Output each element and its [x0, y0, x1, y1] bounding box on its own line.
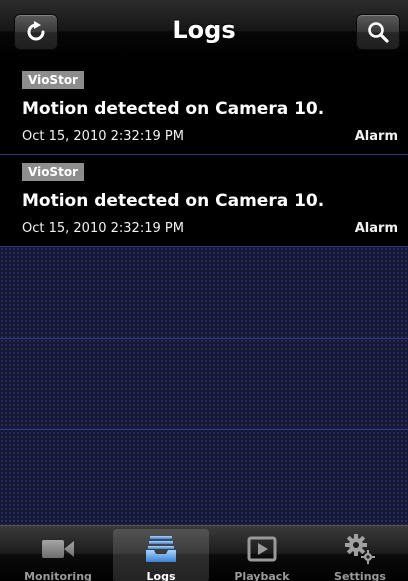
log-entry[interactable]: VioStor Motion detected on Camera 10. Oc…	[0, 155, 408, 247]
search-icon	[368, 22, 389, 43]
tab-settings[interactable]: Settings	[312, 529, 408, 581]
page-title: Logs	[172, 16, 236, 44]
app-screen: Logs VioStor Motion detected on Camera 1…	[0, 0, 408, 581]
tab-label: Monitoring	[24, 570, 92, 581]
tab-label: Settings	[334, 570, 386, 581]
video-camera-icon	[42, 540, 74, 558]
tab-label: Logs	[146, 570, 176, 581]
log-datetime: Oct 15, 2010 2:32:19 PM	[22, 129, 184, 144]
search-button[interactable]	[356, 14, 400, 50]
empty-row-divider	[0, 429, 408, 430]
log-datetime: Oct 15, 2010 2:32:19 PM	[22, 221, 184, 236]
tab-bar: Monitoring Logs Playback Settings	[0, 525, 408, 581]
tab-logs[interactable]: Logs	[113, 529, 209, 581]
navigation-bar: Logs	[0, 0, 408, 63]
log-type: Alarm	[354, 129, 398, 144]
source-badge: VioStor	[22, 163, 84, 181]
log-list: VioStor Motion detected on Camera 10. Oc…	[0, 63, 408, 525]
source-badge: VioStor	[22, 71, 84, 89]
gears-icon	[345, 534, 375, 564]
log-entry[interactable]: VioStor Motion detected on Camera 10. Oc…	[0, 63, 408, 155]
empty-row-divider	[0, 338, 408, 339]
playback-icon	[247, 536, 277, 562]
log-type: Alarm	[354, 221, 398, 236]
tab-label: Playback	[234, 570, 290, 581]
logs-tray-icon	[146, 536, 176, 562]
tab-monitoring[interactable]: Monitoring	[10, 529, 106, 581]
log-message: Motion detected on Camera 10.	[22, 99, 325, 119]
log-message: Motion detected on Camera 10.	[22, 191, 325, 211]
tab-playback[interactable]: Playback	[214, 529, 310, 581]
